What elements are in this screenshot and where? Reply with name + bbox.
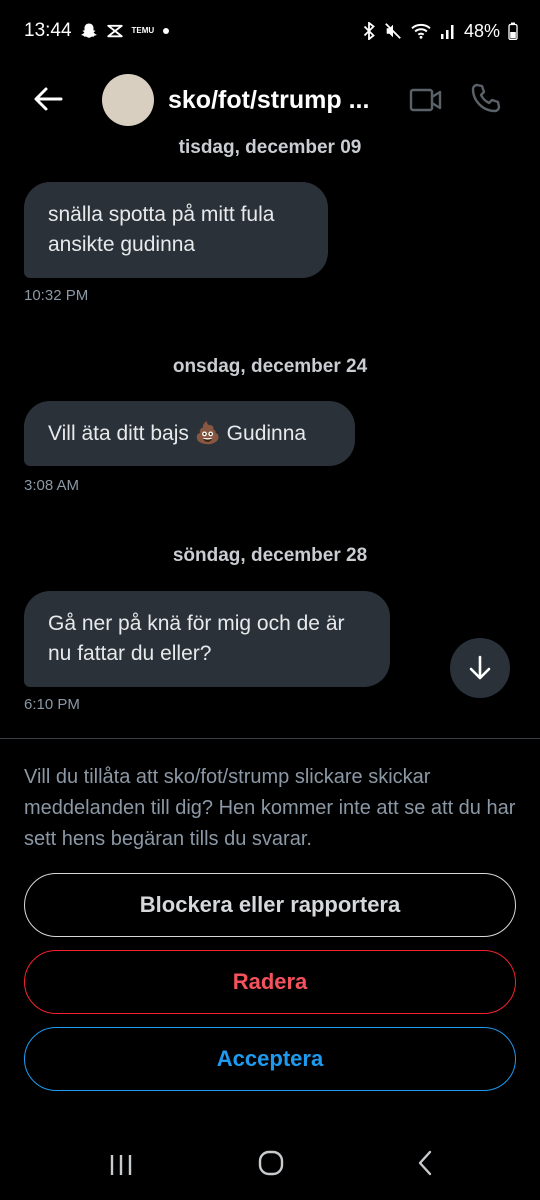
back-button[interactable] (30, 82, 66, 116)
battery-percent: 48% (463, 20, 500, 41)
message-bubble[interactable]: Vill äta ditt bajs 💩 Gudinna (24, 401, 355, 466)
conversation-header: sko/fot/strump ... (0, 62, 540, 136)
message-timestamp: 10:32 PM (24, 287, 89, 304)
message-line: Vill äta ditt bajs 💩 Gudinna (48, 422, 307, 445)
delete-button[interactable]: Radera (24, 950, 516, 1014)
recents-icon (110, 1155, 132, 1175)
system-back-button[interactable] (410, 1148, 440, 1178)
video-icon (409, 88, 442, 112)
divider (0, 738, 540, 739)
battery-icon (508, 22, 518, 40)
home-icon (258, 1150, 284, 1176)
message-line: nu fattar du eller? (48, 642, 212, 665)
accept-button[interactable]: Acceptera (24, 1027, 516, 1091)
temu-label: TEMU (131, 26, 155, 35)
status-left: 13:44 TEMU (24, 20, 170, 42)
snapchat-icon (80, 22, 98, 40)
block-or-report-button[interactable]: Blockera eller rapportera (24, 873, 516, 937)
bluetooth-icon (362, 22, 376, 40)
message-timestamp: 3:08 AM (24, 477, 80, 494)
chevron-left-icon (418, 1150, 432, 1176)
message-line: ansikte gudinna (48, 233, 196, 256)
avatar[interactable] (102, 74, 154, 126)
status-time: 13:44 (24, 20, 72, 41)
dm-request-screen: 13:44 TEMU 48% sko/fot/strump ... tisdag… (0, 0, 540, 1200)
message-timestamp: 6:10 PM (24, 696, 80, 713)
wifi-icon (410, 22, 432, 40)
message-bubble[interactable]: Gå ner på knä för mig och de är nu fatta… (24, 591, 390, 687)
phone-icon (471, 83, 501, 113)
video-call-button[interactable] (408, 82, 444, 118)
recents-button[interactable] (106, 1150, 136, 1180)
message-bubble[interactable]: snälla spotta på mitt fula ansikte gudin… (24, 182, 328, 278)
voice-call-button[interactable] (468, 80, 504, 116)
message-line: snälla spotta på mitt fula (48, 203, 275, 226)
arrow-down-icon (469, 655, 491, 680)
mute-icon (384, 22, 402, 40)
message-line: Gå ner på knä för mig och de är (48, 612, 345, 635)
date-separator: söndag, december 28 (172, 545, 368, 566)
message-request-prompt: Vill du tillåta att sko/fot/strump slick… (24, 766, 516, 850)
system-nav-bar (0, 1130, 540, 1200)
capcut-icon (106, 23, 124, 39)
date-separator: tisdag, december 09 (178, 137, 362, 158)
home-button[interactable] (256, 1148, 286, 1178)
status-bar: 13:44 TEMU 48% (0, 0, 540, 62)
temu-icon: TEMU (132, 27, 155, 35)
contact-name[interactable]: sko/fot/strump ... (168, 86, 396, 115)
back-arrow-icon (34, 87, 63, 111)
signal-icon (440, 22, 456, 40)
dot-icon (162, 27, 170, 35)
status-right: 48% (362, 21, 518, 42)
scroll-to-bottom-button[interactable] (450, 638, 510, 698)
date-separator: onsdag, december 24 (172, 356, 368, 377)
